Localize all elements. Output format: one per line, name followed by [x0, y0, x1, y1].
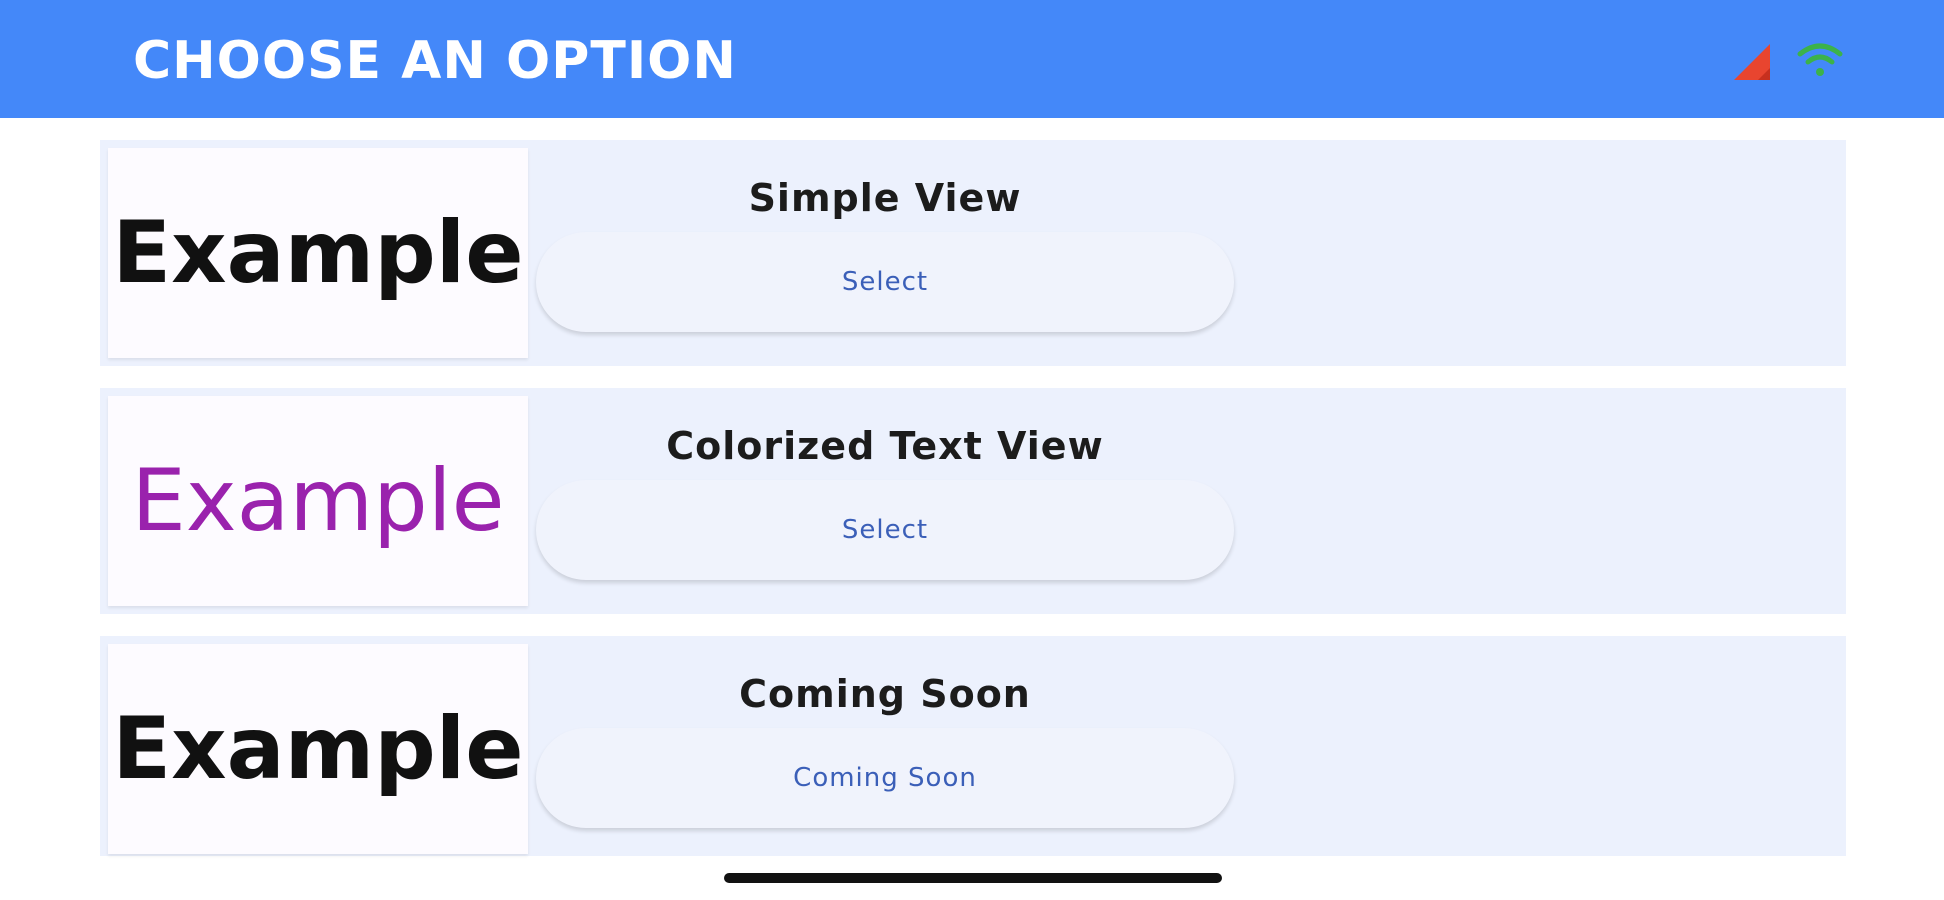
option-body: Simple View Select: [536, 140, 1234, 366]
option-card-simple-view: Example Simple View Select: [100, 140, 1846, 366]
thumbnail-text: Example: [131, 451, 505, 551]
home-indicator[interactable]: [724, 873, 1222, 883]
status-icons: [1728, 36, 1848, 84]
option-thumbnail: Example: [108, 396, 528, 606]
coming-soon-button[interactable]: Coming Soon: [536, 728, 1234, 828]
option-card-coming-soon: Example Coming Soon Coming Soon: [100, 636, 1846, 856]
option-thumbnail: Example: [108, 148, 528, 358]
select-button[interactable]: Select: [536, 480, 1234, 580]
option-card-colorized-text-view: Example Colorized Text View Select: [100, 388, 1846, 614]
thumbnail-text: Example: [112, 699, 524, 799]
option-title: Simple View: [748, 176, 1022, 220]
app-bar: CHOOSE AN OPTION: [0, 0, 1944, 118]
option-thumbnail: Example: [108, 644, 528, 854]
option-title: Coming Soon: [739, 672, 1031, 716]
wifi-icon: [1797, 43, 1843, 76]
option-body: Colorized Text View Select: [536, 388, 1234, 614]
thumbnail-text: Example: [112, 203, 524, 303]
option-body: Coming Soon Coming Soon: [536, 636, 1234, 862]
select-button[interactable]: Select: [536, 232, 1234, 332]
option-title: Colorized Text View: [666, 424, 1104, 468]
cell-signal-icon: [1734, 44, 1770, 80]
page-title: CHOOSE AN OPTION: [133, 31, 737, 91]
